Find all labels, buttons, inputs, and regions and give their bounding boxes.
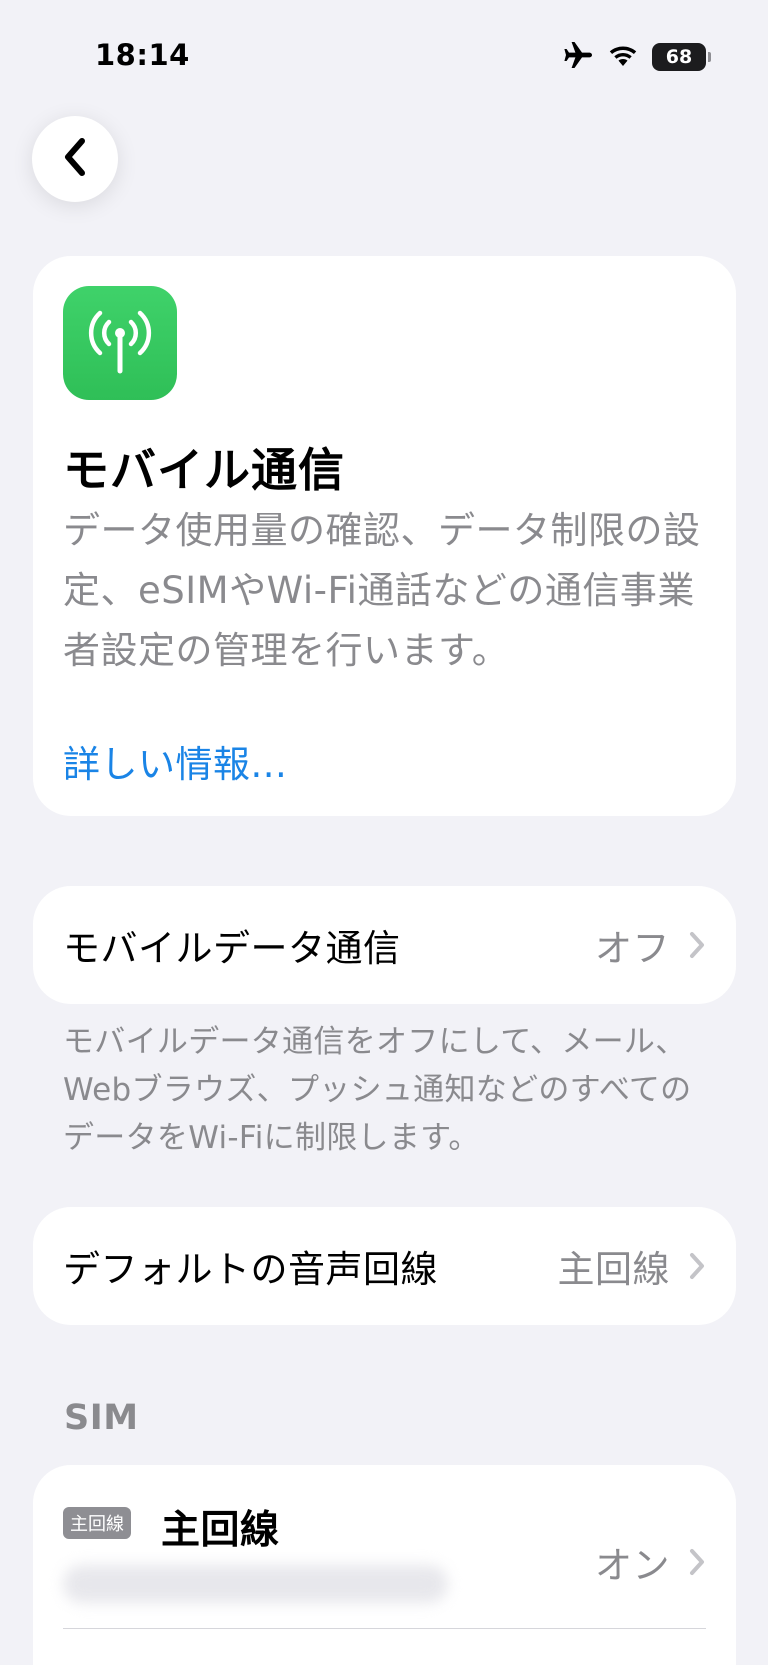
status-bar: 18:14 68 [0, 0, 768, 112]
chevron-right-icon [688, 930, 706, 960]
default-voice-line-label: デフォルトの音声回線 [63, 1248, 438, 1291]
page-title: モバイル通信 [63, 443, 345, 497]
mobile-data-footnote: モバイルデータ通信をオフにして、メール、Webブラウズ、プッシュ通知などのすべて… [63, 1024, 692, 1156]
mobile-data-row[interactable]: モバイルデータ通信 オフ [33, 886, 736, 1004]
battery-level: 68 [665, 46, 693, 68]
cellular-info-card: モバイル通信 データ使用量の確認、データ制限の設定、eSIMやWi-Fi通話など… [33, 256, 736, 816]
wifi-icon [606, 42, 640, 72]
sim-status-value: オン [595, 1544, 670, 1587]
sim-status: オン [595, 1535, 706, 1589]
chevron-left-icon [60, 135, 90, 183]
default-voice-line-row[interactable]: デフォルトの音声回線 主回線 [33, 1207, 736, 1325]
default-voice-line-value: 主回線 [557, 1248, 670, 1291]
page-description: データ使用量の確認、データ制限の設定、eSIMやWi-Fi通話などの通信事業者設… [63, 509, 701, 672]
status-time: 18:14 [95, 38, 190, 72]
divider [63, 1628, 706, 1629]
chevron-right-icon [688, 1547, 706, 1577]
antenna-icon [63, 286, 177, 400]
chevron-right-icon [688, 1251, 706, 1281]
sim-phone-number-redacted [63, 1565, 448, 1603]
airplane-icon [562, 40, 594, 74]
mobile-data-value: オフ [595, 927, 670, 970]
sim-name: 主回線 [161, 1508, 280, 1553]
status-icons: 68 [562, 40, 711, 74]
back-button[interactable] [32, 116, 118, 202]
sim-section-header: SIM [64, 1398, 139, 1438]
learn-more-link[interactable]: 詳しい情報... [63, 734, 287, 788]
sim-list-card: 主回線 主回線 オン [33, 1465, 736, 1665]
battery-icon: 68 [652, 43, 711, 71]
sim-badge: 主回線 [63, 1507, 131, 1539]
cellular-settings-screen: 18:14 68 モバイル通信 データ使用量の確認、データ制限の設定、eSIMや… [0, 0, 768, 1665]
mobile-data-label: モバイルデータ通信 [63, 927, 401, 970]
